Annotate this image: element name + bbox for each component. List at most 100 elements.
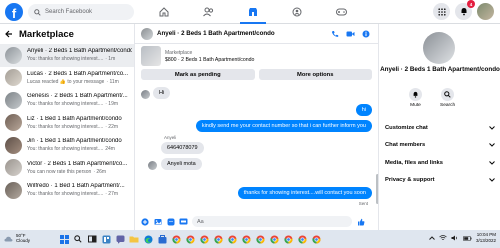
listing-label: Marketplace [165, 49, 193, 56]
logo-text: f [11, 6, 17, 21]
message-input[interactable]: Aa [192, 216, 352, 227]
chat-avatar[interactable] [141, 27, 153, 40]
windows-taskbar: 50°F Cloudy 10:04 PM 3/13/2022 [0, 230, 500, 248]
chat-panel: Anyeli · 2 Beds 1 Bath Apartment/condo M… [135, 24, 379, 230]
contact-avatar[interactable] [423, 32, 455, 64]
listing-price: $800 · 2 Beds 1 Bath Apartment/condo [165, 56, 255, 63]
conversation-details: Anyeli · 2 Beds 1 Bath Apartment/condo M… [378, 24, 500, 230]
chrome-icon[interactable] [296, 233, 308, 245]
search-label: Search [440, 103, 456, 108]
video-call-icon[interactable] [346, 30, 355, 38]
taskbar-apps [58, 233, 322, 245]
sender-avatar [141, 90, 150, 99]
mute-button[interactable]: Mute [409, 88, 422, 108]
message-incoming[interactable]: Hi [153, 87, 171, 99]
add-icon[interactable] [140, 217, 149, 226]
search-input[interactable]: Search Facebook [28, 4, 134, 20]
conversation-title: Jin · 1 Bed 1 Bath Apartment/condo [27, 138, 122, 145]
chevron-up-icon[interactable] [429, 236, 435, 240]
message-incoming[interactable]: Anyeli mota [161, 158, 202, 170]
conversation-item[interactable]: Anyeli · 2 Beds 1 Bath Apartment/condo Y… [0, 44, 134, 67]
conversation-item[interactable]: Lucas · 2 Beds 1 Bath Apartment/co... Lu… [0, 67, 134, 90]
info-icon[interactable] [362, 30, 370, 38]
message-outgoing[interactable]: kindly send me your contact number so th… [195, 120, 372, 132]
conversation-time: · 19m [105, 101, 119, 108]
groups-icon[interactable] [282, 0, 312, 24]
profile-avatar[interactable] [477, 3, 494, 20]
menu-media-files[interactable]: Media, files and links [379, 154, 500, 172]
listing-summary[interactable]: Marketplace $800 · 2 Beds 1 Bath Apartme… [135, 44, 378, 68]
volume-icon[interactable] [451, 235, 459, 241]
search-conversation-button[interactable]: Search [440, 88, 455, 108]
gaming-icon[interactable] [327, 0, 357, 24]
file-explorer-icon[interactable] [128, 233, 140, 245]
chrome-icon[interactable] [170, 233, 182, 245]
message-incoming[interactable]: 6464078079 [161, 142, 204, 154]
chrome-icon[interactable] [212, 233, 224, 245]
conversation-item[interactable]: Wilfredo · 1 Bed 1 Bath Apartment/... Yo… [0, 179, 134, 202]
store-icon[interactable] [156, 233, 168, 245]
edge-icon[interactable] [142, 233, 154, 245]
phone-icon[interactable] [331, 30, 339, 38]
battery-icon[interactable] [463, 235, 472, 241]
menu-chat-members[interactable]: Chat members [379, 137, 500, 155]
task-view-icon[interactable] [86, 233, 98, 245]
home-icon[interactable] [149, 0, 179, 24]
like-icon[interactable] [356, 217, 365, 226]
contact-actions: Mute Search [409, 88, 455, 108]
search-icon[interactable] [72, 233, 84, 245]
message-outgoing[interactable]: hi [355, 104, 372, 116]
account-controls: 4 [433, 0, 494, 20]
listing-thumbnail [5, 136, 22, 154]
weather-widget[interactable]: 50°F Cloudy [4, 233, 30, 243]
conversation-snippet: You: thanks for showing interest.... [27, 101, 104, 108]
clock[interactable]: 10:04 PM 3/13/2022 [476, 232, 496, 244]
top-bar: f Search Facebook 4 [0, 0, 500, 24]
chrome-icon[interactable] [310, 233, 322, 245]
search-icon [34, 8, 41, 16]
conversation-item[interactable]: Liz · 1 Bed 1 Bath Apartment/condo You: … [0, 112, 134, 135]
message-outgoing[interactable]: thanks for showing interest....will cont… [237, 187, 372, 199]
menu-privacy-support[interactable]: Privacy & support [379, 172, 500, 190]
conversation-item[interactable]: Jin · 1 Bed 1 Bath Apartment/condo You: … [0, 134, 134, 157]
listing-thumbnail [5, 181, 22, 199]
chrome-icon[interactable] [254, 233, 266, 245]
chat-header: Anyeli · 2 Beds 1 Bath Apartment/condo [135, 24, 378, 44]
notifications-button[interactable]: 4 [455, 0, 475, 20]
chat-title[interactable]: Anyeli · 2 Beds 1 Bath Apartment/condo [157, 30, 275, 37]
chrome-icon[interactable] [184, 233, 196, 245]
menu-customize-chat[interactable]: Customize chat [379, 119, 500, 137]
conversation-snippet: Lucas reacted 👍 to your message [27, 78, 105, 85]
conversation-item[interactable]: Victor · 2 Beds 1 Bath Apartment/co... Y… [0, 157, 134, 180]
photo-icon[interactable] [153, 217, 162, 226]
chrome-icon[interactable] [240, 233, 252, 245]
widgets-icon[interactable] [100, 233, 112, 245]
chrome-icon[interactable] [282, 233, 294, 245]
conversation-title: Lucas · 2 Beds 1 Bath Apartment/co... [27, 70, 129, 77]
marketplace-icon[interactable] [238, 0, 268, 24]
conversation-snippet: You: thanks for showing interest.... [27, 123, 104, 130]
menu-grid-icon[interactable] [433, 3, 450, 20]
chat-app-icon[interactable] [114, 233, 126, 245]
conversation-item[interactable]: Genesis · 2 Beds 1 Bath Apartment/... Yo… [0, 89, 134, 112]
sticker-icon[interactable] [166, 217, 175, 226]
system-tray: 10:04 PM 3/13/2022 [429, 232, 496, 244]
chrome-icon[interactable] [268, 233, 280, 245]
conversation-snippet: You: thanks for showing interest.... [27, 191, 104, 198]
more-options-button[interactable]: More options [258, 69, 372, 80]
windows-start-icon[interactable] [58, 233, 70, 245]
friends-icon[interactable] [194, 0, 224, 24]
facebook-logo[interactable]: f [5, 3, 23, 21]
back-arrow-icon[interactable] [5, 30, 13, 38]
mark-pending-button[interactable]: Mark as pending [141, 69, 255, 80]
wifi-icon[interactable] [439, 235, 447, 241]
message-status: Sent [358, 201, 368, 206]
conversation-snippet: You can now rate this person [27, 168, 92, 175]
chrome-icon[interactable] [226, 233, 238, 245]
bell-icon [413, 91, 418, 98]
gif-icon[interactable] [179, 217, 188, 226]
conversation-title: Anyeli · 2 Beds 1 Bath Apartment/condo [27, 48, 132, 55]
chrome-icon[interactable] [198, 233, 210, 245]
conversation-time: 24m [105, 146, 115, 153]
listing-thumbnail [5, 91, 22, 109]
